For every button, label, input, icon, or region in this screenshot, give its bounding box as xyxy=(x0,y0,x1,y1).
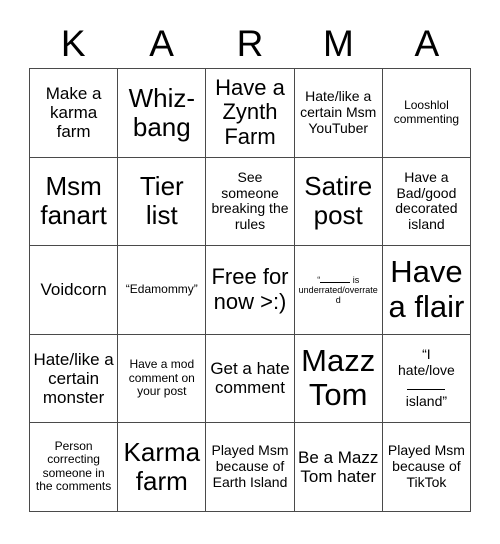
bingo-cell-r1-c0[interactable]: Msm fanart xyxy=(30,157,119,246)
bingo-cell-label: Looshlol commenting xyxy=(393,98,460,126)
bingo-header-letter-3: M xyxy=(323,23,354,64)
bingo-cell-r2-c1[interactable]: “Edamommy” xyxy=(118,246,207,335)
bingo-cell-label: Whiz-bang xyxy=(128,82,196,142)
bingo-cell-label: Be a Mazz Tom hater xyxy=(298,447,379,486)
bingo-cell-label: Mazz Tom xyxy=(301,342,376,413)
bingo-cell-label: Have a mod comment on your post xyxy=(128,357,195,398)
bingo-cell-r4-c4[interactable]: Played Msm because of TikTok xyxy=(382,423,472,512)
bingo-grid: Make a karma farm Whiz-bang Have a Zynth F… xyxy=(29,68,472,512)
bingo-cell-label: Voidcorn xyxy=(40,280,107,300)
bingo-cell-r1-c3[interactable]: Satire post xyxy=(294,157,383,246)
bingo-cell-label: Free for now >:) xyxy=(211,264,289,314)
bingo-cell-label: Have a flair xyxy=(388,254,465,324)
bingo-cell-r4-c2[interactable]: Played Msm because of Earth Island xyxy=(206,423,295,512)
bingo-cell-label: Get a hate comment xyxy=(210,359,290,398)
bingo-header-letter-1: A xyxy=(149,23,174,64)
fill-in-blank xyxy=(320,276,351,283)
bingo-cell-r3-c2[interactable]: Get a hate comment xyxy=(206,334,295,423)
bingo-cell-r0-c3[interactable]: Hate/like a certain Msm YouTuber xyxy=(294,69,383,158)
bingo-row: Voidcorn “Edamommy” Free for now >:) “ is un… xyxy=(30,246,472,335)
bingo-cell-r1-c1[interactable]: Tier list xyxy=(118,157,207,246)
bingo-row: Hate/like a certain monster Have a mod co… xyxy=(30,334,472,423)
bingo-cell-r4-c0[interactable]: Person correcting someone in the comment… xyxy=(30,423,119,512)
bingo-cell-label: Have a Zynth Farm xyxy=(215,74,285,150)
bingo-cell-r1-c2[interactable]: See someone breaking the rules xyxy=(206,157,295,246)
bingo-cell-r0-c4[interactable]: Looshlol commenting xyxy=(382,69,472,158)
bingo-row: Msm fanart Tier list See someone breaking … xyxy=(30,157,472,246)
bingo-cell-label: Make a karma farm xyxy=(45,84,102,142)
bingo-header-letter-4: A xyxy=(414,23,440,64)
bingo-cell-r2-c0[interactable]: Voidcorn xyxy=(30,246,119,335)
bingo-cell-label: “Edamommy” xyxy=(125,282,198,297)
bingo-cell-label: Msm fanart xyxy=(40,171,107,231)
bingo-cell-r0-c1[interactable]: Whiz-bang xyxy=(118,69,207,158)
bingo-row: Person correcting someone in the comment… xyxy=(30,423,472,512)
bingo-cell-r3-c1[interactable]: Have a mod comment on your post xyxy=(118,334,207,423)
bingo-cell-r3-c0[interactable]: Hate/like a certain monster xyxy=(30,334,119,423)
fill-in-blank xyxy=(407,379,446,391)
bingo-card-header: KARMA xyxy=(29,20,471,68)
bingo-cell-r2-c3[interactable]: “ is underrated/overrated xyxy=(294,246,383,335)
bingo-cell-r1-c4[interactable]: Have a Bad/good decorated island xyxy=(382,157,472,246)
bingo-cell-label: Played Msm because of Earth Island xyxy=(211,442,289,490)
bingo-cell-label: Hate/like a certain monster xyxy=(33,349,114,407)
bingo-cell-label: Hate/like a certain Msm YouTuber xyxy=(300,88,377,136)
bingo-cell-r3-c3[interactable]: Mazz Tom xyxy=(294,334,383,423)
bingo-cell-label: Played Msm because of TikTok xyxy=(387,442,465,490)
bingo-card: K A R M A Make a karma farm Whiz-bang Have a Z… xyxy=(29,20,472,512)
bingo-cell-label: Karma farm xyxy=(123,436,201,496)
bingo-cell-r0-c0[interactable]: Make a karma farm xyxy=(30,69,119,158)
bingo-cell-label: See someone breaking the rules xyxy=(211,168,289,232)
bingo-cell-r2-c2[interactable]: Free for now >:) xyxy=(206,246,295,335)
bingo-cell-r4-c3[interactable]: Be a Mazz Tom hater xyxy=(294,423,383,512)
bingo-row: Make a karma farm Whiz-bang Have a Zynth F… xyxy=(30,69,472,158)
bingo-cell-r3-c4[interactable]: “I hate/love island” xyxy=(382,334,472,423)
bingo-cell-label: Satire post xyxy=(304,171,373,231)
bingo-cell-r4-c1[interactable]: Karma farm xyxy=(118,423,207,512)
bingo-cell-label: “I hate/love island” xyxy=(398,345,455,409)
bingo-header-letter-0: K xyxy=(60,23,86,64)
bingo-header-letter-2: R xyxy=(236,23,264,64)
bingo-cell-label: “ is underrated/overrated xyxy=(298,274,378,305)
bingo-cell-label: Have a Bad/good decorated island xyxy=(395,168,458,232)
bingo-cell-r0-c2[interactable]: Have a Zynth Farm xyxy=(206,69,295,158)
bingo-cell-label: Tier list xyxy=(139,171,184,231)
bingo-cell-label: Person correcting someone in the comment… xyxy=(35,438,112,494)
bingo-cell-r2-c4[interactable]: Have a flair xyxy=(382,246,472,335)
